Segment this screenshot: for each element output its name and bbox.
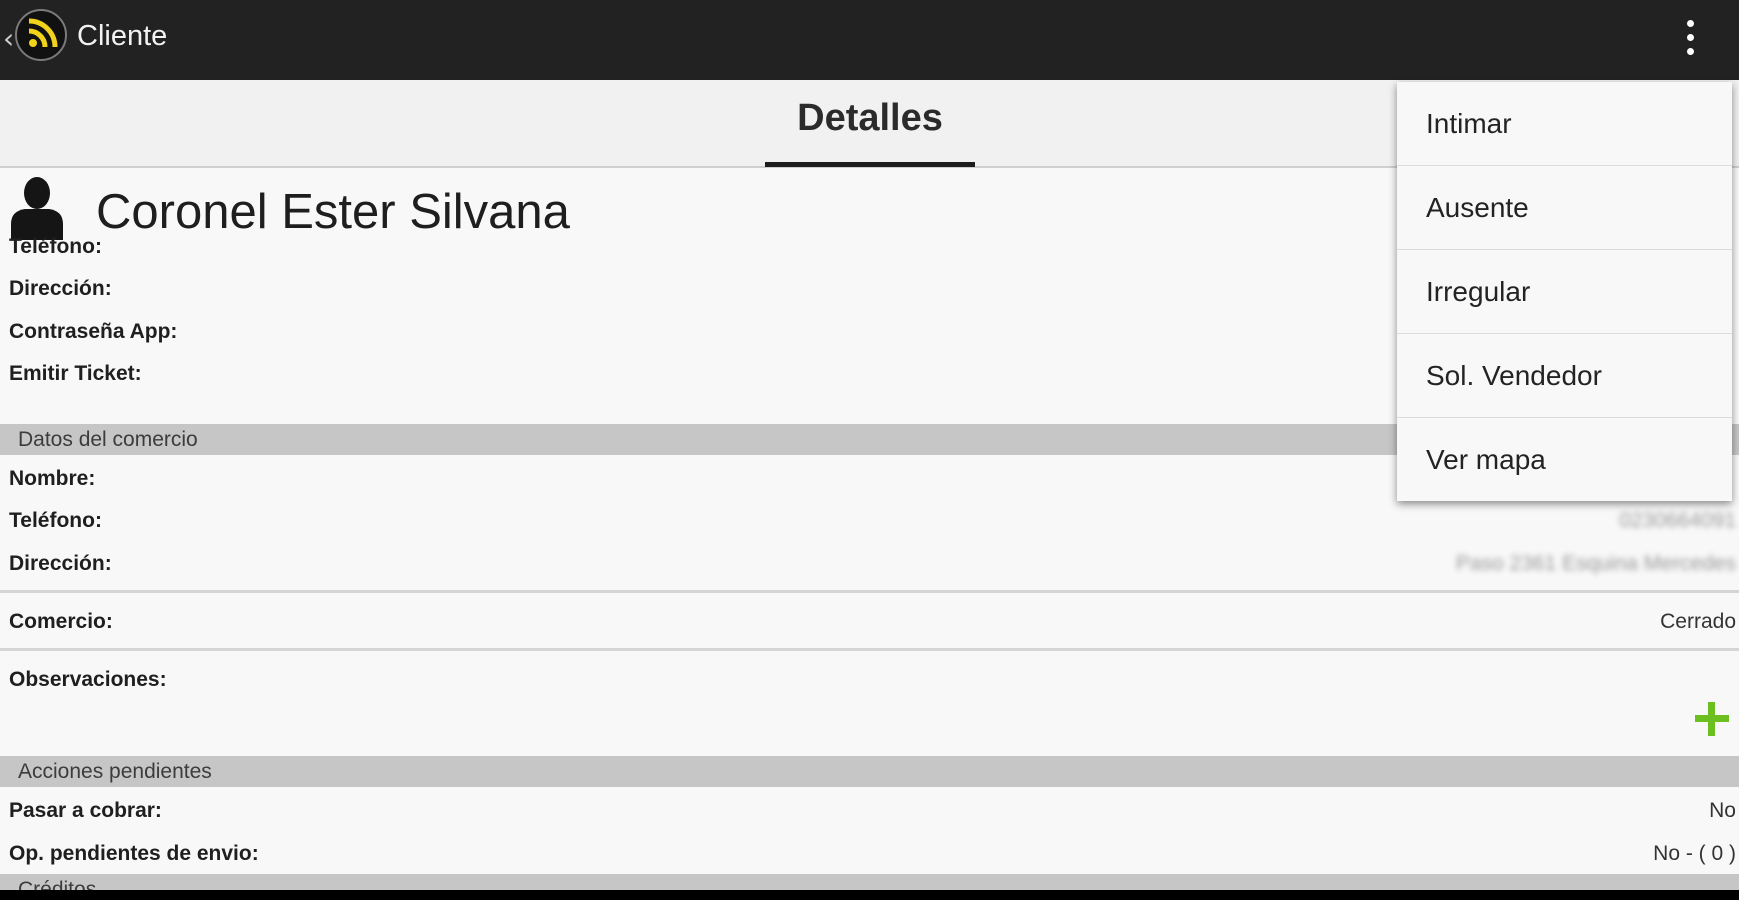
field-label-comercio-direccion: Dirección: bbox=[9, 552, 112, 575]
menu-item-ausente[interactable]: Ausente bbox=[1397, 166, 1732, 250]
field-value-comercio-estado: Cerrado bbox=[1660, 610, 1736, 633]
person-icon bbox=[11, 177, 63, 240]
divider bbox=[0, 590, 1739, 593]
field-value-pasar-a-cobrar: No bbox=[1709, 799, 1736, 822]
section-title: Datos del comercio bbox=[18, 428, 198, 451]
menu-item-sol-vendedor[interactable]: Sol. Vendedor bbox=[1397, 334, 1732, 418]
tab-indicator bbox=[765, 162, 975, 167]
field-value-op-pendientes: No - ( 0 ) bbox=[1653, 842, 1736, 865]
section-title: Créditos bbox=[18, 878, 97, 890]
field-label-comercio-telefono: Teléfono: bbox=[9, 509, 102, 532]
field-value-comercio-telefono: 0230664091 bbox=[1619, 509, 1736, 532]
overflow-menu: Intimar Ausente Irregular Sol. Vendedor … bbox=[1397, 82, 1732, 501]
field-label-nombre: Nombre: bbox=[9, 467, 96, 490]
menu-item-ver-mapa[interactable]: Ver mapa bbox=[1397, 418, 1732, 502]
client-name: Coronel Ester Silvana bbox=[96, 185, 570, 239]
menu-item-intimar[interactable]: Intimar bbox=[1397, 82, 1732, 166]
field-label-contrasena-app: Contraseña App: bbox=[9, 320, 178, 343]
divider bbox=[0, 648, 1739, 651]
add-observation-button[interactable] bbox=[1693, 700, 1731, 738]
back-chevron-icon[interactable]: ‹ bbox=[3, 22, 14, 55]
app-logo-icon[interactable] bbox=[15, 9, 67, 61]
section-title: Acciones pendientes bbox=[18, 760, 212, 783]
app-title: Cliente bbox=[77, 20, 168, 52]
field-label-telefono: Teléfono: bbox=[9, 235, 102, 258]
app-bar: ‹ Cliente bbox=[0, 0, 1739, 80]
tab-detalles[interactable]: Detalles bbox=[765, 97, 975, 140]
field-label-pasar-a-cobrar: Pasar a cobrar: bbox=[9, 799, 162, 822]
field-value-comercio-direccion: Paso 2361 Esquina Mercedes bbox=[1455, 552, 1736, 575]
menu-item-irregular[interactable]: Irregular bbox=[1397, 250, 1732, 334]
field-label-op-pendientes: Op. pendientes de envio: bbox=[9, 842, 259, 865]
field-label-direccion: Dirección: bbox=[9, 277, 112, 300]
section-header-acciones-pendientes: Acciones pendientes bbox=[0, 756, 1739, 787]
field-label-comercio-estado: Comercio: bbox=[9, 610, 113, 633]
section-header-creditos: Créditos bbox=[0, 874, 1739, 890]
overflow-menu-icon[interactable] bbox=[1675, 14, 1705, 62]
field-label-emitir-ticket: Emitir Ticket: bbox=[9, 362, 142, 385]
observaciones-label: Observaciones: bbox=[9, 668, 167, 691]
bottom-edge bbox=[0, 890, 1739, 900]
